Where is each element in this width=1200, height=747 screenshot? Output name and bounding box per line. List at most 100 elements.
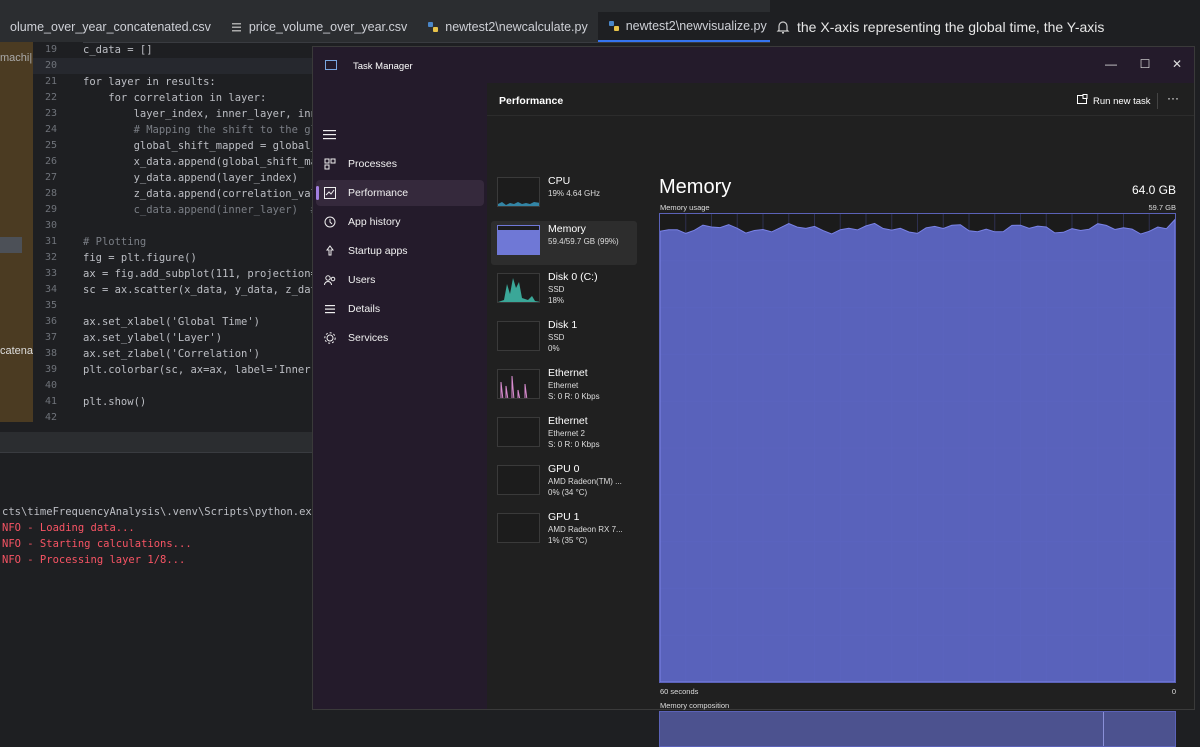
tab-volume-csv[interactable]: olume_over_year_concatenated.csv (0, 12, 221, 42)
resource-detail: AMD Radeon(TM) ... (548, 477, 622, 486)
hamburger-menu-icon[interactable] (323, 127, 337, 140)
resource-item[interactable]: Disk 1 SSD 0% (491, 317, 637, 361)
run-task-icon (1077, 94, 1088, 108)
resource-thumbnail (497, 465, 540, 495)
resource-item[interactable]: Disk 0 (C:) SSD 18% (491, 269, 637, 313)
sidebar-item-label: App history (348, 216, 401, 228)
resource-detail: AMD Radeon RX 7... (548, 525, 623, 534)
graph-time-span: 60 seconds (660, 687, 699, 696)
code-line: for correlation in layer: (83, 92, 267, 104)
line-number: 23 (44, 108, 57, 119)
memory-usage-label: Memory usage (660, 203, 710, 212)
minimize-button[interactable]: — (1099, 53, 1123, 75)
history-icon (324, 216, 336, 228)
code-line: # Plotting (83, 236, 147, 248)
console-line: cts\timeFrequencyAnalysis\.venv\Scripts\… (2, 506, 344, 518)
tab-price-volume-csv[interactable]: price_volume_over_year.csv (221, 12, 417, 42)
sidebar-item-app-history[interactable]: App history (316, 209, 484, 235)
line-number: 29 (44, 204, 57, 215)
sidebar-item-processes[interactable]: Processes (316, 151, 484, 177)
project-item-label: catena (0, 345, 34, 357)
project-selection[interactable] (0, 237, 22, 253)
task-manager-window: Task Manager — ☐ ✕ Processes Performance… (312, 46, 1195, 747)
resource-item[interactable]: Ethernet Ethernet 2 S: 0 R: 0 Kbps (491, 413, 637, 457)
line-number: 38 (44, 348, 57, 359)
resource-detail: 59.4/59.7 GB (99%) (548, 237, 619, 246)
code-line: c_data = [] (83, 44, 153, 56)
line-number: 28 (44, 188, 57, 199)
tab-label: olume_over_year_concatenated.csv (10, 20, 211, 34)
run-new-task-button[interactable]: Run new task (1077, 92, 1151, 110)
project-panel (0, 42, 33, 422)
code-line: plt.show() (83, 396, 147, 408)
resource-item[interactable]: GPU 1 AMD Radeon RX 7... 1% (35 °C) (491, 509, 637, 553)
memory-title: Memory (659, 176, 732, 198)
sidebar-item-performance[interactable]: Performance (316, 180, 484, 206)
line-number: 26 (44, 156, 57, 167)
resource-name: Memory (548, 223, 586, 235)
sidebar-item-label: Services (348, 332, 389, 344)
tab-newvisualize[interactable]: newtest2\newvisualize.py× (597, 12, 790, 42)
services-icon (324, 332, 336, 344)
page-title: Performance (499, 95, 564, 107)
resource-name: GPU 1 (548, 511, 580, 523)
code-line: for layer in results: (83, 76, 216, 88)
line-number: 41 (44, 396, 57, 407)
resource-item[interactable]: Memory 59.4/59.7 GB (99%) (491, 221, 637, 265)
resource-detail: 18% (548, 296, 565, 305)
task-manager-icon (325, 60, 337, 70)
performance-page: Performance Run new task ··· Memory 64.0… (487, 83, 1194, 747)
code-editor[interactable]: c_data = [] for layer in results: for cor… (83, 42, 313, 432)
tab-label: newtest2\newvisualize.py (625, 19, 767, 33)
maximize-button[interactable]: ☐ (1133, 53, 1157, 75)
line-number: 33 (44, 268, 57, 279)
minimize-icon: — (1105, 57, 1117, 71)
page-header: Performance Run new task ··· (487, 83, 1194, 116)
memory-composition-bar (659, 711, 1176, 747)
close-button[interactable]: ✕ (1165, 53, 1189, 75)
line-number: 32 (44, 252, 57, 263)
resource-thumbnail (497, 273, 540, 303)
sidebar-item-users[interactable]: Users (316, 267, 484, 293)
maximize-icon: ☐ (1139, 57, 1151, 71)
sidebar-item-startup-apps[interactable]: Startup apps (316, 238, 484, 264)
code-line: layer_index, inner_layer, inner_ (83, 108, 313, 120)
line-number: 40 (44, 380, 57, 391)
header-divider (1157, 93, 1158, 109)
resource-item[interactable]: CPU 19% 4.64 GHz (491, 173, 637, 217)
more-options-button[interactable]: ··· (1167, 91, 1179, 105)
resource-item[interactable]: GPU 0 AMD Radeon(TM) ... 0% (34 °C) (491, 461, 637, 505)
console-line: NFO - Loading data... (2, 522, 135, 534)
processes-icon (324, 158, 336, 170)
memory-composition-label: Memory composition (660, 701, 730, 710)
details-icon (324, 303, 336, 315)
bell-icon[interactable] (776, 20, 790, 34)
resource-thumbnail (497, 321, 540, 351)
memory-usage-graph (659, 213, 1176, 683)
graph-time-end: 0 (1171, 687, 1176, 696)
code-line: ax = fig.add_subplot(111, projection='3 (83, 268, 313, 280)
code-line: ax.set_xlabel('Global Time') (83, 316, 261, 328)
code-line: ax.set_zlabel('Correlation') (83, 348, 261, 360)
resource-detail: SSD (548, 285, 565, 294)
resource-thumbnail (497, 417, 540, 447)
python-file-icon (427, 21, 439, 33)
sidebar-item-services[interactable]: Services (316, 325, 484, 351)
tab-newcalculate[interactable]: newtest2\newcalculate.py (417, 12, 597, 42)
code-line: plt.colorbar(sc, ax=ax, label='Inner La (83, 364, 313, 376)
code-line: z_data.append(correlation_value (83, 188, 313, 200)
line-number: 19 (44, 44, 57, 55)
console-line: NFO - Starting calculations... (2, 538, 192, 550)
code-line: sc = ax.scatter(x_data, y_data, z_data, (83, 284, 313, 296)
users-icon (324, 274, 336, 286)
resource-detail: S: 0 R: 0 Kbps (548, 440, 600, 449)
resource-detail: 1% (35 °C) (548, 536, 588, 545)
python-file-icon (608, 20, 620, 32)
title-bar: Task Manager — ☐ ✕ (313, 47, 1194, 83)
close-icon: ✕ (1171, 57, 1183, 71)
resource-name: Disk 1 (548, 319, 578, 331)
sidebar-item-label: Processes (348, 158, 398, 170)
resource-item[interactable]: Ethernet Ethernet S: 0 R: 0 Kbps (491, 365, 637, 409)
line-number: 25 (44, 140, 57, 151)
sidebar-item-details[interactable]: Details (316, 296, 484, 322)
